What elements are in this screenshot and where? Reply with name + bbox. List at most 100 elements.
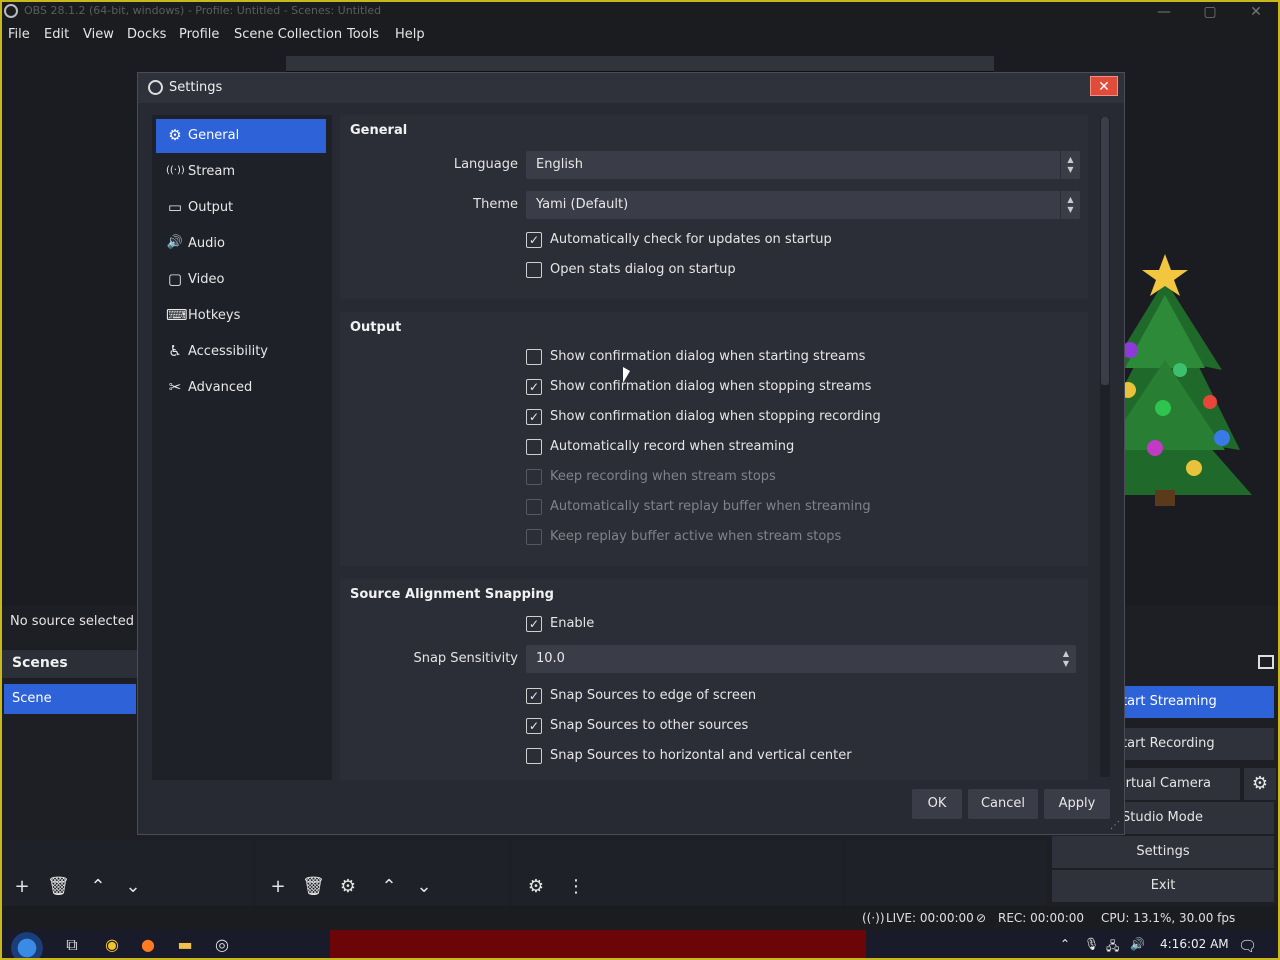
snap-sensitivity-spinbox[interactable]: 10.0 ▲ ▼	[526, 645, 1076, 673]
updown-arrows-icon: ▲ ▼	[1060, 151, 1080, 179]
task-view-icon[interactable]: ⧉	[61, 934, 83, 956]
scene-down-chevron-icon[interactable]: ⌄	[122, 876, 144, 898]
theme-value: Yami (Default)	[536, 197, 629, 212]
menu-edit[interactable]: Edit	[44, 27, 69, 42]
menu-view[interactable]: View	[83, 27, 114, 42]
checkmark-icon: ✓	[526, 718, 542, 734]
volume-icon[interactable]: 🔊	[1130, 937, 1145, 951]
transitions-toolbar	[846, 840, 1046, 912]
menu-help[interactable]: Help	[395, 27, 425, 42]
source-up-chevron-icon[interactable]: ⌃	[378, 876, 400, 898]
resize-grip-icon[interactable]: ⋰	[1110, 820, 1120, 831]
output-group: Output Show confirmation dialog when sta…	[340, 312, 1088, 566]
settings-scrollbar[interactable]	[1100, 117, 1110, 777]
main-window-title: OBS 28.1.2 (64-bit, windows) - Profile: …	[24, 4, 382, 17]
file-explorer-icon[interactable]: ▬	[174, 934, 196, 956]
speaker-icon: 🔊	[166, 235, 184, 250]
virtual-camera-gear-icon[interactable]: ⚙	[1244, 768, 1276, 800]
theme-select[interactable]: Yami (Default) ▲ ▼	[526, 191, 1080, 219]
menu-tools[interactable]: Tools	[347, 27, 379, 42]
start-orb-icon[interactable]	[8, 930, 46, 960]
checkbox-empty	[526, 469, 542, 485]
nav-item-advanced[interactable]: ✂ Advanced	[156, 371, 326, 405]
settings-button[interactable]: Settings	[1052, 836, 1274, 868]
statusbar: ((·)) LIVE: 00:00:00 ⊘ REC: 00:00:00 CPU…	[0, 906, 1280, 930]
notifications-icon[interactable]: 🗨	[1238, 937, 1257, 955]
close-window-button[interactable]: ✕	[1240, 1, 1272, 23]
language-select[interactable]: English ▲ ▼	[526, 151, 1080, 179]
accessibility-icon: ♿	[168, 342, 182, 360]
audio-settings-gears-icon[interactable]: ⚙	[525, 876, 547, 898]
menu-file[interactable]: File	[8, 27, 30, 42]
checkbox-empty	[526, 349, 542, 365]
keyboard-icon: ⌨	[166, 306, 188, 324]
apply-button[interactable]: Apply	[1044, 789, 1110, 819]
add-scene-plus-icon[interactable]: +	[11, 876, 33, 898]
scene-list-item[interactable]: Scene	[4, 684, 136, 714]
mixer-menu-dots-icon[interactable]: ⋮	[565, 876, 587, 898]
background-window-titlebar	[286, 56, 994, 72]
scene-up-chevron-icon[interactable]: ⌃	[87, 876, 109, 898]
nav-item-general[interactable]: ⚙ General	[156, 119, 326, 153]
scrollbar-thumb[interactable]	[1101, 117, 1109, 385]
no-source-label: No source selected	[10, 614, 134, 629]
network-icon[interactable]: 🖧	[1106, 937, 1119, 958]
menu-profile[interactable]: Profile	[179, 27, 219, 42]
source-down-chevron-icon[interactable]: ⌄	[413, 876, 435, 898]
live-antenna-icon: ((·))	[862, 911, 885, 925]
nav-item-accessibility[interactable]: ♿ Accessibility	[156, 335, 326, 369]
nav-item-audio[interactable]: 🔊 Audio	[156, 227, 326, 261]
firefox-icon[interactable]: ●	[137, 934, 159, 956]
checkbox-label: Show confirmation dialog when stopping s…	[550, 379, 872, 394]
exit-button[interactable]: Exit	[1052, 870, 1274, 902]
minimize-button[interactable]: —	[1148, 1, 1180, 23]
obs-taskbar-icon[interactable]: ◎	[211, 934, 233, 956]
nav-item-stream[interactable]: ((·)) Stream	[156, 155, 326, 189]
source-properties-gear-icon[interactable]: ⚙	[337, 876, 359, 898]
checkbox-empty	[526, 262, 542, 278]
nav-item-label: Audio	[188, 236, 225, 251]
nav-item-label: Advanced	[188, 380, 253, 395]
checkbox-label: Automatically record when streaming	[550, 439, 795, 454]
mouse-cursor	[623, 367, 630, 383]
display-icon: ▢	[167, 270, 183, 288]
add-source-plus-icon[interactable]: +	[267, 876, 289, 898]
language-value: English	[536, 157, 583, 172]
checkbox-label: Snap Sources to horizontal and vertical …	[550, 748, 852, 763]
checkbox-empty	[526, 748, 542, 764]
ok-button[interactable]: OK	[912, 789, 962, 819]
dock-float-icon[interactable]	[1258, 655, 1274, 669]
menu-scene-collection[interactable]: Scene Collection	[234, 27, 342, 42]
tray-chevron-icon[interactable]: ⌃	[1060, 937, 1070, 951]
snap-sensitivity-value: 10.0	[536, 651, 565, 666]
nav-item-label: Hotkeys	[188, 308, 241, 323]
remove-source-trash-icon[interactable]: 🗑	[302, 876, 325, 898]
nav-item-hotkeys[interactable]: ⌨ Hotkeys	[156, 299, 326, 333]
checkbox-label: Snap Sources to other sources	[550, 718, 749, 733]
spin-arrows-icon[interactable]: ▲ ▼	[1056, 645, 1076, 673]
taskbar-clock[interactable]: 4:16:02 AM	[1160, 937, 1229, 951]
microphone-icon[interactable]: 🎙	[1084, 937, 1099, 951]
cancel-button[interactable]: Cancel	[968, 789, 1038, 819]
checkbox-label: Keep recording when stream stops	[550, 469, 776, 484]
checkmark-icon: ✓	[526, 232, 542, 248]
maximize-button[interactable]: ▢	[1194, 1, 1226, 23]
remove-scene-trash-icon[interactable]: 🗑	[47, 876, 70, 898]
rec-status: REC: 00:00:00	[998, 911, 1085, 925]
checkbox-label: Show confirmation dialog when starting s…	[550, 349, 866, 364]
nav-item-label: Output	[188, 200, 234, 215]
scene-item-label: Scene	[12, 691, 52, 706]
obs-logo-icon	[148, 80, 163, 95]
scenes-title: Scenes	[12, 655, 68, 671]
nav-item-output[interactable]: ▭ Output	[156, 191, 326, 225]
checkmark-icon: ✓	[526, 688, 542, 704]
settings-close-button[interactable]: ✕	[1090, 76, 1118, 96]
menu-docks[interactable]: Docks	[127, 27, 166, 42]
chrome-icon[interactable]: ◉	[101, 934, 123, 956]
checkbox-label: Snap Sources to edge of screen	[550, 688, 757, 703]
main-titlebar: OBS 28.1.2 (64-bit, windows) - Profile: …	[0, 0, 1280, 24]
nav-item-video[interactable]: ▢ Video	[156, 263, 326, 297]
checkbox-empty	[526, 439, 542, 455]
cpu-status: CPU: 13.1%, 30.00 fps	[1101, 911, 1236, 925]
checkbox-label: Automatically start replay buffer when s…	[550, 499, 871, 514]
